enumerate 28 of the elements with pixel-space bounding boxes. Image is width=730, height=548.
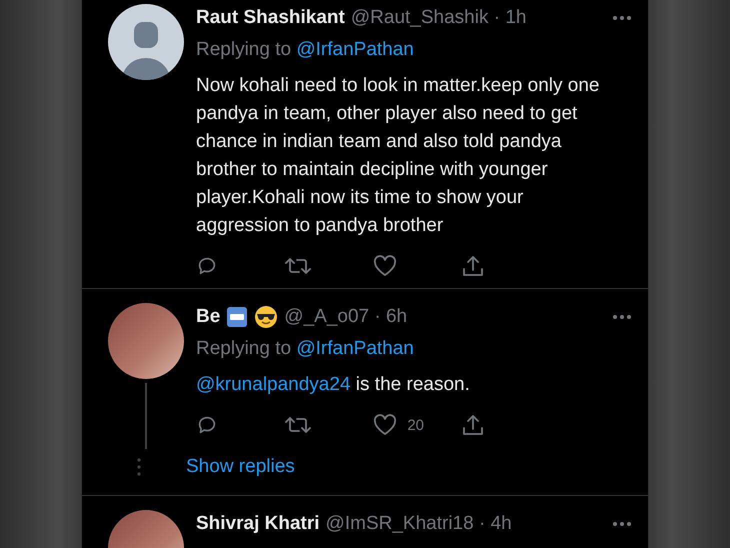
thread-dots-icon <box>137 458 141 476</box>
heart-icon[interactable] <box>373 414 398 436</box>
show-replies-link[interactable]: Show replies <box>186 456 295 478</box>
author-name[interactable]: Be <box>196 306 220 328</box>
sunglasses-face-icon <box>254 305 278 329</box>
handle-and-time: @_A_o07 · 6h <box>284 306 408 328</box>
mention-link[interactable]: @IrfanPathan <box>296 338 414 359</box>
heart-icon[interactable] <box>373 255 398 277</box>
handle-and-time: @ImSR_Khatri18 · 4h <box>326 513 512 535</box>
author-name[interactable]: Raut Shashikant <box>196 7 345 29</box>
more-icon[interactable] <box>612 314 632 320</box>
share-icon[interactable] <box>462 414 484 436</box>
mention-link[interactable]: @IrfanPathan <box>296 39 414 60</box>
retweet-icon[interactable] <box>284 255 311 277</box>
more-icon[interactable] <box>612 521 632 527</box>
reply-icon[interactable] <box>196 255 218 277</box>
reply-icon[interactable] <box>196 414 218 436</box>
handle-and-time: @Raut_Shashik · 1h <box>350 7 526 29</box>
author-name[interactable]: Shivraj Khatri <box>196 513 320 535</box>
replying-to-text: Replying to @IrfanPathan <box>196 337 415 361</box>
retweet-icon[interactable] <box>284 414 311 436</box>
tweet-text: Now kohali need to look in matter.keep only one pandya in team, other player also need to get chance in indian team and also told pandya brother to maintain decipline with younger player.Kohali now its time to show your aggression to pandya brother <box>196 74 600 238</box>
tweet-text: @krunalpandya24 is the reason. <box>196 373 471 397</box>
like-count: 20 <box>407 416 424 434</box>
mention-link[interactable]: @krunalpandya24 <box>196 374 351 395</box>
share-icon[interactable] <box>462 255 484 277</box>
more-icon[interactable] <box>612 15 632 21</box>
replying-to-text: Replying to @IrfanPathan <box>196 38 415 62</box>
